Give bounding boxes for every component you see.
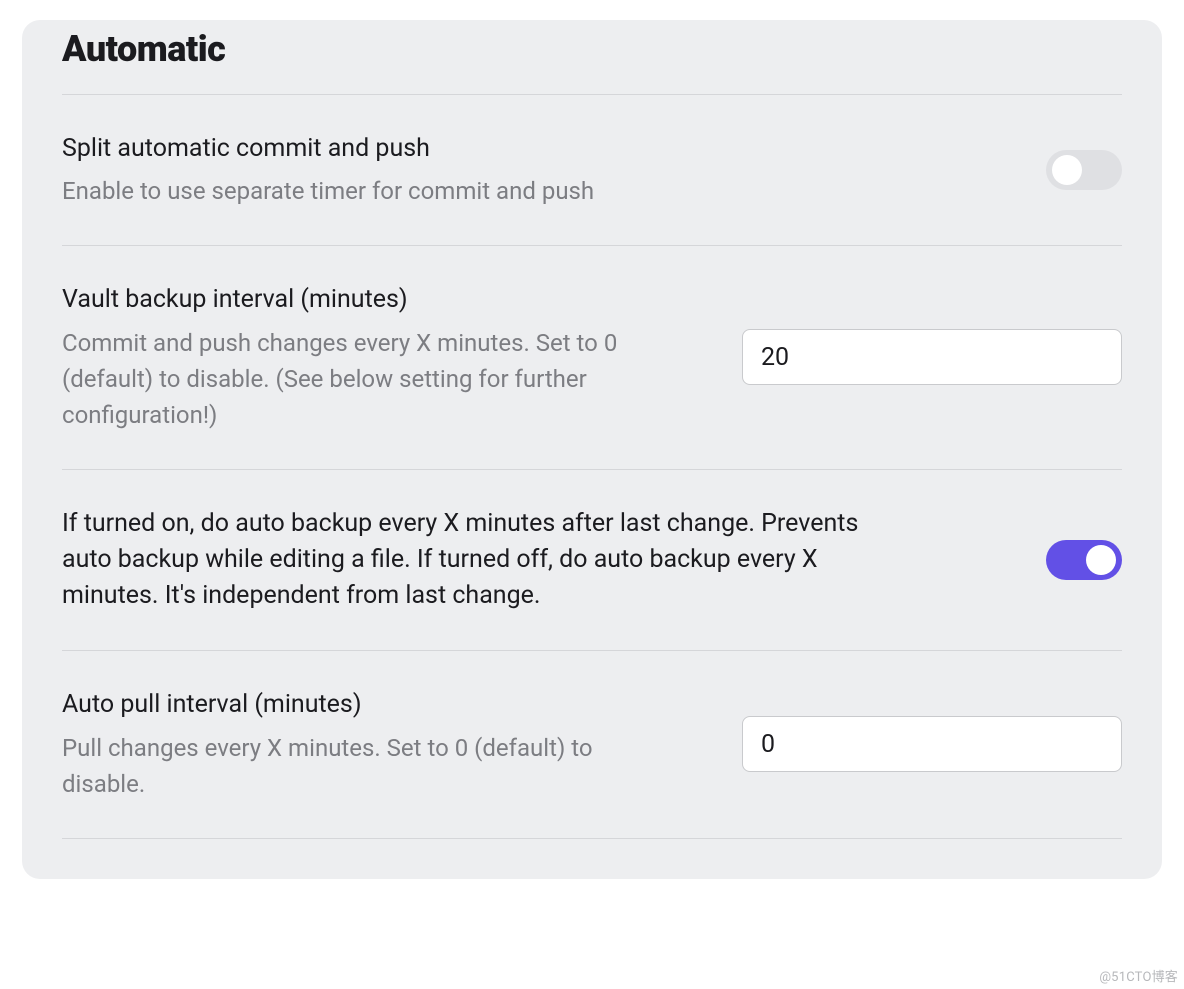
setting-title: Auto pull interval (minutes) [62, 687, 662, 723]
divider [62, 838, 1122, 839]
toggle-knob [1052, 155, 1082, 185]
setting-text: Vault backup interval (minutes) Commit a… [62, 282, 662, 432]
setting-desc: Commit and push changes every X minutes.… [62, 325, 662, 433]
setting-text: If turned on, do auto backup every X min… [62, 506, 1006, 615]
setting-split-commit-push: Split automatic commit and push Enable t… [62, 95, 1122, 245]
setting-title: If turned on, do auto backup every X min… [62, 506, 882, 615]
setting-auto-pull-interval: Auto pull interval (minutes) Pull change… [62, 651, 1122, 837]
setting-control [1046, 150, 1122, 190]
setting-control [742, 716, 1122, 772]
watermark: @51CTO博客 [1099, 966, 1178, 985]
setting-desc: Enable to use separate timer for commit … [62, 173, 1006, 209]
setting-control [742, 329, 1122, 385]
setting-control [1046, 540, 1122, 580]
section-heading-automatic: Automatic [62, 20, 1122, 94]
toggle-backup-after-change[interactable] [1046, 540, 1122, 580]
setting-backup-after-change: If turned on, do auto backup every X min… [62, 470, 1122, 651]
setting-backup-interval: Vault backup interval (minutes) Commit a… [62, 246, 1122, 468]
setting-desc: Pull changes every X minutes. Set to 0 (… [62, 730, 662, 802]
settings-panel: Automatic Split automatic commit and pus… [22, 20, 1162, 879]
auto-pull-interval-input[interactable] [742, 716, 1122, 772]
toggle-split-commit-push[interactable] [1046, 150, 1122, 190]
setting-text: Split automatic commit and push Enable t… [62, 131, 1006, 209]
setting-text: Auto pull interval (minutes) Pull change… [62, 687, 662, 801]
backup-interval-input[interactable] [742, 329, 1122, 385]
setting-title: Split automatic commit and push [62, 131, 1006, 167]
toggle-knob [1086, 545, 1116, 575]
setting-title: Vault backup interval (minutes) [62, 282, 662, 318]
